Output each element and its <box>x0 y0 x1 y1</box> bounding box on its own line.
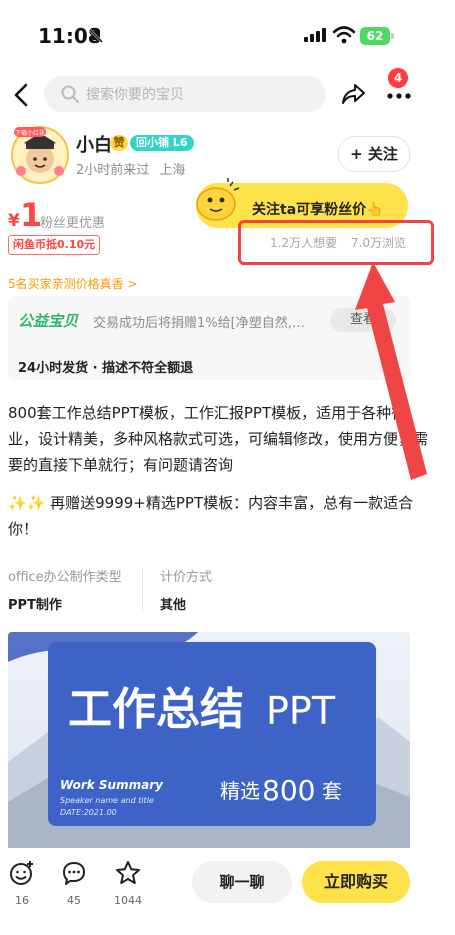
buyer-verify-link[interactable]: 5名买家亲测价格真香 > <box>8 275 138 292</box>
favorite-action[interactable]: 1044 <box>108 860 148 907</box>
bell-muted-icon <box>89 29 103 43</box>
svg-text:精选: 精选 <box>220 779 260 803</box>
svg-text:PPT: PPT <box>266 689 336 733</box>
seller-location: 上海 <box>159 163 186 178</box>
charity-label: 公益宝贝 <box>18 312 79 330</box>
search-placeholder: 搜索你要的宝贝 <box>86 87 184 103</box>
wifi-icon <box>333 26 355 44</box>
praise-badge: 赞 <box>110 135 128 151</box>
svg-text:下载小红花: 下载小红花 <box>15 129 45 137</box>
like-action[interactable]: 16 <box>2 860 42 907</box>
comment-icon <box>63 862 85 885</box>
svg-text:工作总结: 工作总结 <box>68 684 244 735</box>
share-icon[interactable] <box>341 82 367 106</box>
fan-price-note: 粉丝更优惠 <box>40 216 106 231</box>
comment-count: 45 <box>67 894 81 907</box>
cellular-signal-icon <box>304 28 326 42</box>
coin-discount-tag: 闲鱼币抵0.10元 <box>8 235 101 255</box>
seller-avatar[interactable]: 下载小红花 <box>10 125 70 185</box>
notification-badge: 4 <box>388 68 408 88</box>
service-guarantee: 24小时发货 · 描述不符全额退 <box>18 361 194 376</box>
search-icon <box>61 85 80 104</box>
svg-text:Work Summary: Work Summary <box>60 778 164 792</box>
buy-now-button[interactable]: 立即购买 <box>302 861 410 903</box>
product-image[interactable]: 工作总结 PPT Work Summary Speaker name and t… <box>8 632 410 850</box>
currency-symbol: ¥ <box>8 211 20 231</box>
attribute-value: 其他 <box>160 598 187 613</box>
fan-price-text: 关注ta可享粉丝价👆 <box>252 202 384 218</box>
highlight-box <box>238 220 434 265</box>
favorite-count: 1044 <box>114 894 142 907</box>
item-description-extra: ✨✨ 再赠送9999+精选PPT模板：内容丰富，总有一款适合你！ <box>8 494 414 538</box>
like-count: 16 <box>15 894 29 907</box>
smile-like-icon <box>10 861 33 885</box>
attribute-divider <box>142 568 143 612</box>
svg-text:DATE:2021.00: DATE:2021.00 <box>60 808 117 817</box>
svg-text:Speaker name and title: Speaker name and title <box>60 796 154 805</box>
attribute-label: 计价方式 <box>160 570 213 585</box>
shop-level-badge: 回小铺 L6 <box>130 135 194 151</box>
star-icon <box>116 861 140 884</box>
attribute-value: PPT制作 <box>8 598 62 613</box>
seller-name[interactable]: 小白 <box>76 131 112 157</box>
price-value: 1 <box>20 196 43 234</box>
charity-text: 交易成功后将捐赠1%给[净塑自然,… <box>93 316 305 331</box>
fish-mascot-icon <box>196 178 240 221</box>
last-seen: 2小时前来过 <box>76 163 150 178</box>
svg-text:套: 套 <box>322 779 342 803</box>
chat-button[interactable]: 聊一聊 <box>192 861 292 903</box>
svg-text:800: 800 <box>262 774 315 807</box>
back-arrow-icon[interactable] <box>10 82 34 108</box>
annotation-arrow <box>355 262 427 480</box>
comment-action[interactable]: 45 <box>54 860 94 907</box>
seller-meta: 2小时前来过 上海 <box>76 159 185 178</box>
follow-button[interactable]: + 关注 <box>338 136 410 172</box>
attribute-label: office办公制作类型 <box>8 570 122 585</box>
battery-indicator: 62 <box>360 27 394 45</box>
